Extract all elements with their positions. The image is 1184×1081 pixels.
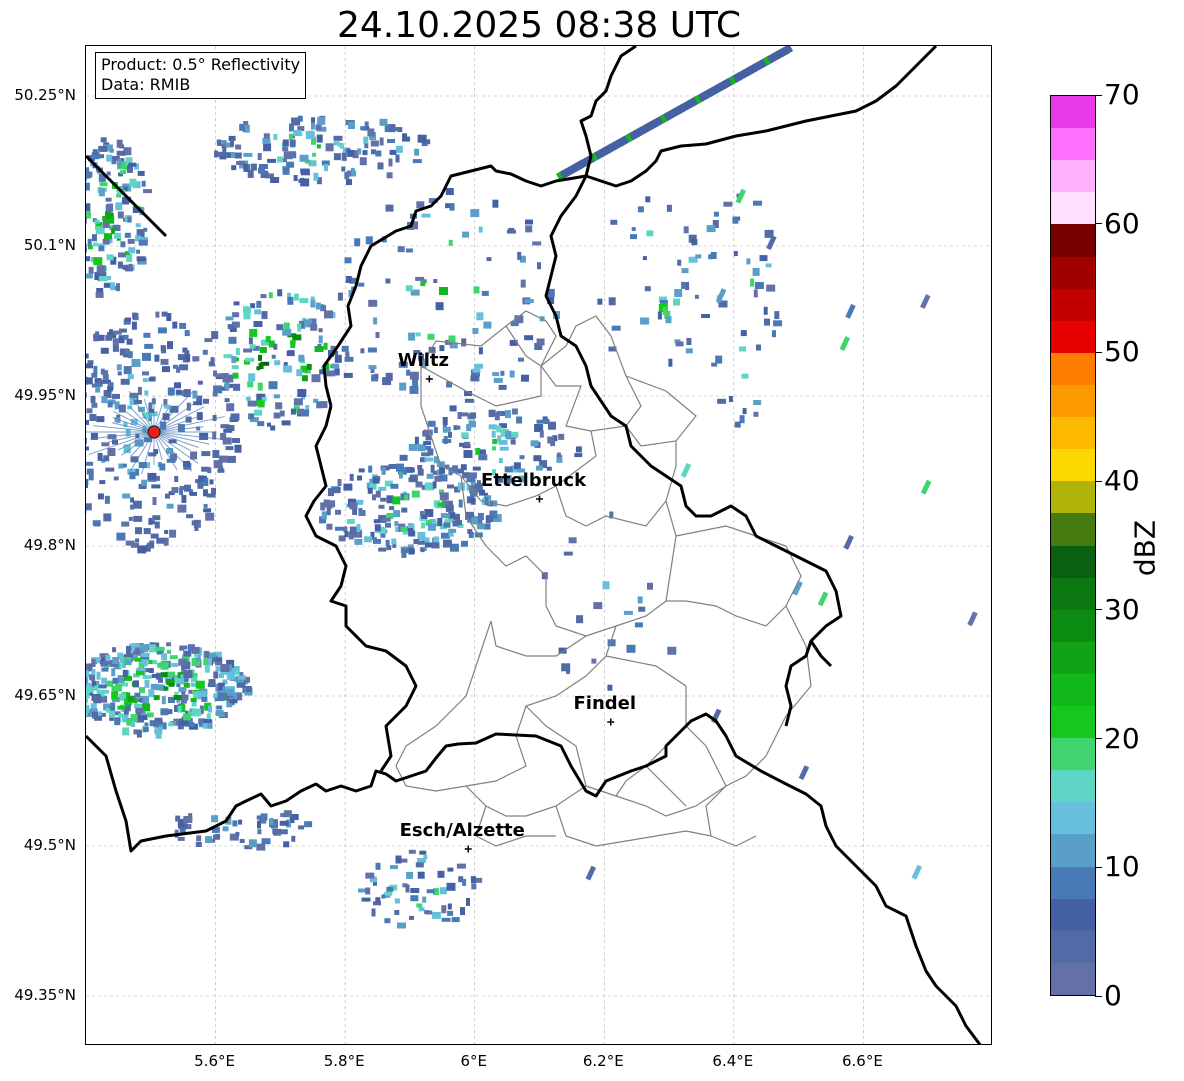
colorbar-segment (1051, 832, 1095, 867)
colorbar-tick-mark (1095, 480, 1102, 482)
latitude-label: 50.25°N (14, 86, 76, 104)
colorbar-segment (1051, 511, 1095, 546)
dbz-colorbar (1050, 95, 1096, 996)
city-markers (425, 375, 615, 853)
colorbar-segment (1051, 768, 1095, 803)
colorbar-segment (1051, 190, 1095, 225)
colorbar-segment (1051, 479, 1095, 514)
colorbar-segment (1051, 640, 1095, 674)
colorbar-segment (1051, 800, 1095, 835)
colorbar-segment (1051, 736, 1095, 771)
colorbar-tick-label: 20 (1104, 721, 1140, 755)
latitude-label: 49.8°N (23, 536, 76, 554)
latitude-label: 49.35°N (14, 986, 76, 1004)
colorbar-tick-label: 50 (1104, 335, 1140, 369)
latitude-label: 49.5°N (23, 836, 76, 854)
colorbar-tick-label: 30 (1104, 592, 1140, 626)
colorbar-tick-label: 70 (1104, 78, 1140, 111)
colorbar-segment (1051, 96, 1095, 129)
latitude-label: 49.65°N (14, 686, 76, 704)
colorbar-tick-label: 0 (1104, 979, 1122, 1012)
colorbar-segment (1051, 543, 1095, 578)
colorbar-segment (1051, 961, 1095, 995)
colorbar-segment (1051, 864, 1095, 899)
colorbar-tick-mark (1095, 94, 1102, 96)
data-source-label: Data: RMIB (101, 75, 191, 94)
colorbar-segment (1051, 607, 1095, 642)
city-marker (607, 718, 615, 726)
radar-site-dot[interactable] (147, 425, 161, 439)
colorbar-tick-mark (1095, 995, 1102, 997)
graticule (86, 46, 991, 1044)
colorbar-segment (1051, 351, 1095, 385)
colorbar-segment (1051, 383, 1095, 418)
colorbar-segment (1051, 896, 1095, 931)
colorbar-segment (1051, 415, 1095, 450)
colorbar-tick-mark (1095, 866, 1102, 868)
colorbar-label: dBZ (1128, 519, 1162, 577)
city-marker (464, 845, 472, 853)
colorbar-tick-label: 10 (1104, 850, 1140, 884)
longitude-label: 6.2°E (582, 1052, 624, 1070)
city-marker (425, 375, 433, 383)
colorbar-segment (1051, 126, 1095, 161)
canton-boundaries (395, 310, 812, 847)
colorbar-segment (1051, 254, 1095, 289)
colorbar-segment (1051, 929, 1095, 963)
colorbar-segment (1051, 704, 1095, 739)
latitude-label: 50.1°N (23, 236, 76, 254)
product-label: Product: 0.5° Reflectivity (101, 55, 301, 74)
colorbar-segment (1051, 447, 1095, 482)
colorbar-tick-mark (1095, 223, 1102, 225)
colorbar-segment (1051, 158, 1095, 193)
city-label: Findel (573, 693, 637, 714)
colorbar-segment (1051, 575, 1095, 610)
longitude-label: 6°E (460, 1052, 487, 1070)
colorbar-segment (1051, 286, 1095, 321)
radar-map[interactable] (85, 45, 992, 1045)
radar-map-canvas (86, 46, 991, 1044)
latitude-label: 49.95°N (14, 386, 76, 404)
longitude-label: 6.6°E (842, 1052, 883, 1070)
longitude-label: 5.6°E (194, 1052, 235, 1070)
colorbar-tick-mark (1095, 609, 1102, 611)
city-label: Ettelbruck (480, 470, 587, 491)
city-marker (536, 495, 543, 503)
colorbar-tick-label: 60 (1104, 206, 1140, 240)
colorbar-segment (1051, 222, 1095, 257)
city-label: Wiltz (397, 350, 449, 371)
longitude-label: 6.4°E (712, 1052, 754, 1070)
colorbar-segment (1051, 672, 1095, 707)
colorbar-segment (1051, 318, 1095, 353)
colorbar-tick-label: 40 (1104, 464, 1140, 498)
city-label: Esch/Alzette (399, 820, 525, 841)
colorbar-tick-mark (1095, 351, 1102, 353)
product-info-box: Product: 0.5° Reflectivity Data: RMIB (95, 52, 307, 99)
map-title: 24.10.2025 08:38 UTC (336, 5, 742, 46)
colorbar-tick-mark (1095, 738, 1102, 740)
longitude-label: 5.8°E (323, 1052, 365, 1070)
